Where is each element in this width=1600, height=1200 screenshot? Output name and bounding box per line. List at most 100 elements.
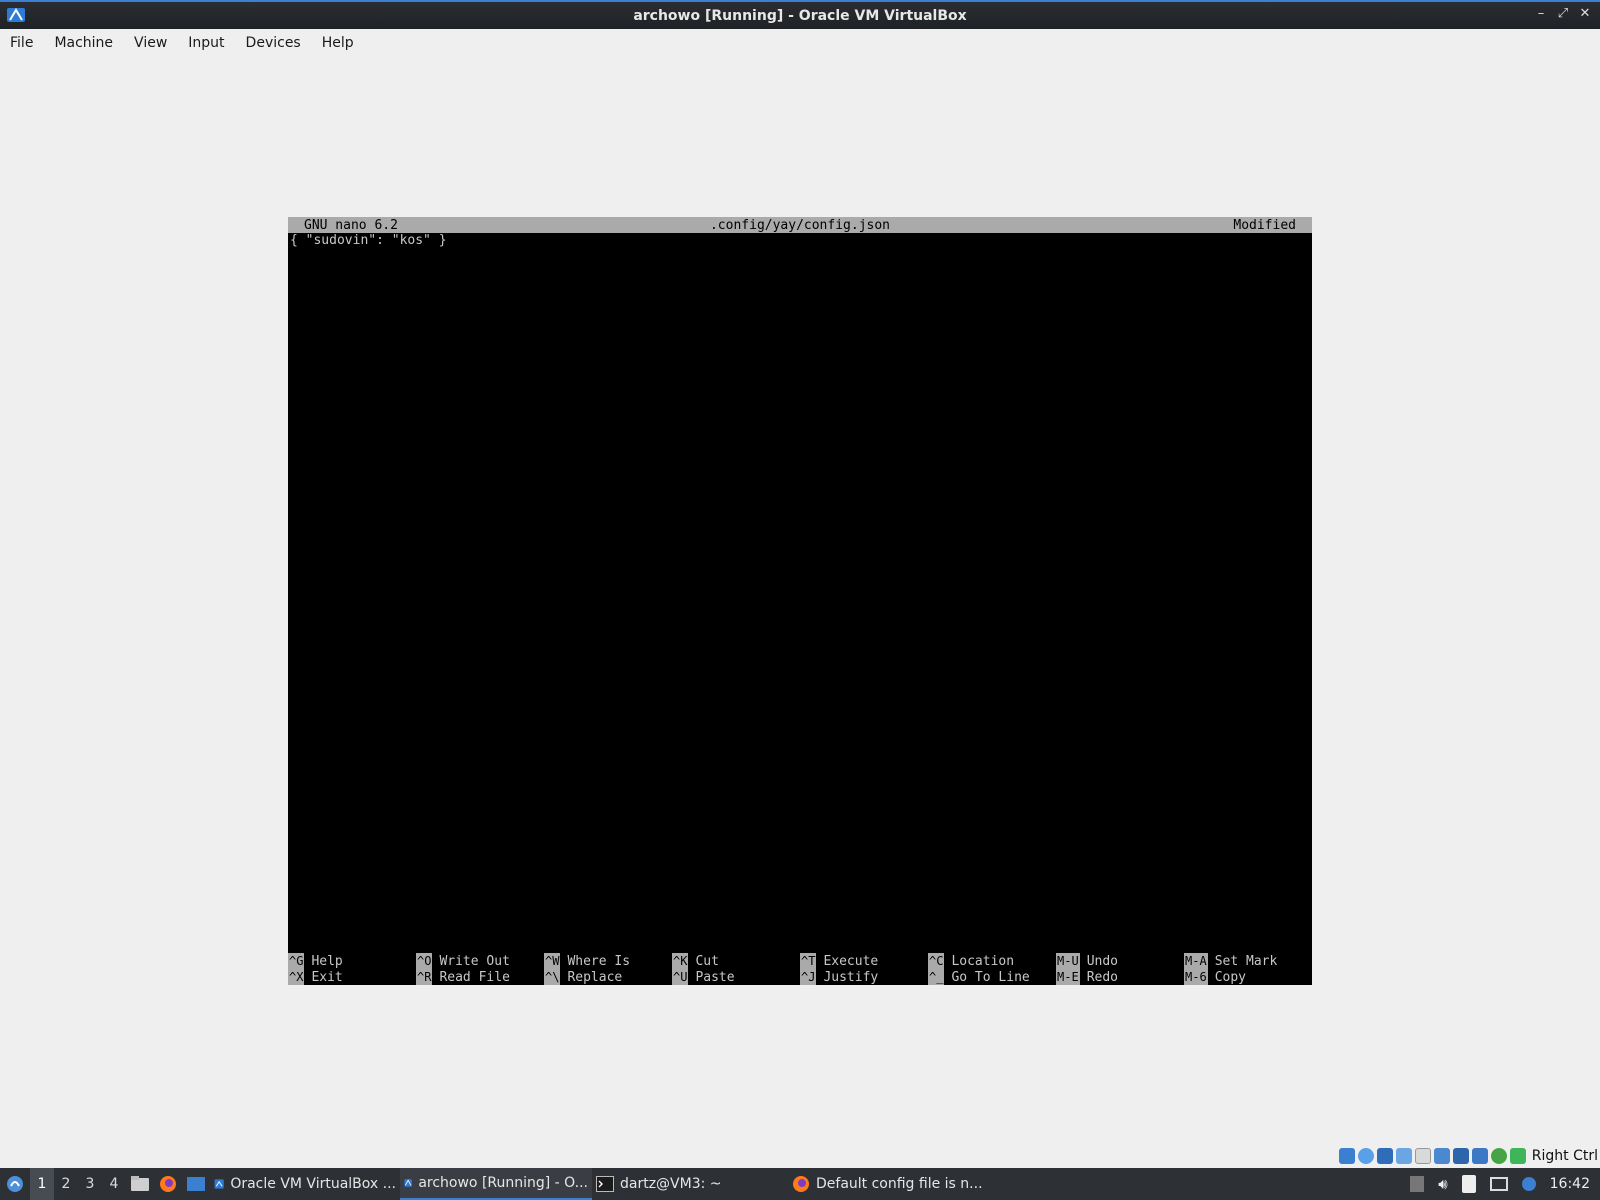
shortcut-label: Location [951,953,1015,969]
start-menu-button[interactable] [0,1168,30,1200]
shortcut-replace[interactable]: ^\ Replace [544,969,672,985]
mouse-integration-icon[interactable] [1490,1148,1507,1164]
workspace-1[interactable]: 1 [30,1168,54,1200]
shortcut-col: ^T Execute ^J Justify [800,953,928,985]
network-icon[interactable] [1376,1148,1393,1164]
shortcut-cut[interactable]: ^K Cut [672,953,800,969]
shortcut-justify[interactable]: ^J Justify [800,969,928,985]
shortcut-label: Where Is [567,953,631,969]
shortcut-key: ^\ [544,969,561,985]
menu-view[interactable]: View [134,35,167,51]
minimize-button[interactable]: – [1534,6,1548,21]
notification-icon[interactable] [1521,1177,1536,1191]
shortcut-paste[interactable]: ^U Paste [672,969,800,985]
task-label: Oracle VM VirtualBox ... [230,1176,396,1192]
shortcut-label: Go To Line [951,969,1030,985]
desktop-launcher[interactable] [182,1168,210,1200]
nano-editor-content[interactable]: { "sudovin": "kos" } [290,233,447,249]
nano-shortcut-bar: ^G Help ^X Exit ^O Write Out ^R Read File ^W… [288,953,1312,985]
shortcut-key: M-A [1184,953,1208,969]
volume-icon[interactable]: 🔊︎ [1438,1175,1447,1193]
close-button[interactable]: ✕ [1578,6,1592,21]
shortcut-redo[interactable]: M-E Redo [1056,969,1184,985]
folder-icon [131,1176,149,1191]
task-label: archowo [Running] - O... [418,1175,588,1191]
shortcut-key: M-U [1056,953,1080,969]
shortcut-label: Paste [695,969,735,985]
shortcut-col: ^G Help ^X Exit [288,953,416,985]
workspace-4[interactable]: 4 [102,1168,126,1200]
shortcut-where-is[interactable]: ^W Where Is [544,953,672,969]
video-capture-icon[interactable] [1452,1148,1469,1164]
nano-titlebar: GNU nano 6.2 .config/yay/config.json Mod… [288,217,1312,233]
shortcut-key: ^X [288,969,305,985]
optical-drive-icon[interactable] [1357,1148,1374,1164]
maximize-button[interactable]: ⤢ [1556,6,1570,21]
shortcut-label: Write Out [439,953,510,969]
shortcut-label: Copy [1214,969,1246,985]
shortcut-label: Exit [311,969,343,985]
shortcut-write-out[interactable]: ^O Write Out [416,953,544,969]
terminal-icon [596,1176,614,1192]
task-label: dartz@VM3: ~ [620,1176,722,1192]
shortcut-key: ^O [416,953,433,969]
window-titlebar: archowo [Running] - Oracle VM VirtualBox… [0,0,1600,29]
shortcut-col: ^O Write Out ^R Read File [416,953,544,985]
vbox-status-bar: Right Ctrl [1338,1145,1600,1167]
shortcut-col: ^K Cut ^U Paste [672,953,800,985]
hard-disk-icon[interactable] [1338,1148,1355,1164]
shortcut-key: ^G [288,953,305,969]
cpu-icon[interactable] [1471,1148,1488,1164]
firefox-icon [160,1176,176,1192]
shared-folder-icon[interactable] [1414,1148,1431,1164]
shortcut-execute[interactable]: ^T Execute [800,953,928,969]
shortcut-label: Cut [695,953,719,969]
task-archowo-vm[interactable]: archowo [Running] - O... [400,1168,592,1200]
clipboard-icon[interactable] [1461,1175,1476,1193]
shortcut-key: ^_ [928,969,945,985]
start-menu-icon [7,1176,23,1192]
updates-icon[interactable] [1410,1176,1425,1192]
shortcut-key: ^R [416,969,433,985]
shortcut-label: Redo [1086,969,1118,985]
shortcut-exit[interactable]: ^X Exit [288,969,416,985]
task-virtualbox-manager[interactable]: Oracle VM VirtualBox ... [210,1168,400,1200]
menu-input[interactable]: Input [188,35,224,51]
clock[interactable]: 16:42 [1550,1176,1590,1192]
menu-devices[interactable]: Devices [246,35,301,51]
shortcut-key: ^J [800,969,817,985]
shortcut-label: Help [311,953,343,969]
host-key-label: Right Ctrl [1531,1148,1598,1164]
workspace-2[interactable]: 2 [54,1168,78,1200]
network-tray-icon[interactable] [1489,1177,1508,1191]
menu-help[interactable]: Help [322,35,354,51]
firefox-launcher[interactable] [154,1168,182,1200]
usb-icon[interactable] [1395,1148,1412,1164]
shortcut-copy[interactable]: M-6 Copy [1184,969,1312,985]
menu-machine[interactable]: Machine [54,35,113,51]
taskbar: 1 2 3 4 Oracle VM VirtualBox ... archowo… [0,1168,1600,1200]
shortcut-set-mark[interactable]: M-A Set Mark [1184,953,1312,969]
task-terminal[interactable]: dartz@VM3: ~ [592,1168,788,1200]
system-tray: 🔊︎ 16:42 [1410,1168,1600,1200]
display-icon[interactable] [1433,1148,1450,1164]
shortcut-label: Read File [439,969,510,985]
keyboard-icon[interactable] [1509,1148,1526,1164]
show-desktop-icon [187,1177,205,1191]
virtualbox-app-icon [7,8,25,22]
shortcut-label: Execute [823,953,879,969]
shortcut-undo[interactable]: M-U Undo [1056,953,1184,969]
workspace-3[interactable]: 3 [78,1168,102,1200]
task-label: Default config file is n... [816,1176,983,1192]
shortcut-help[interactable]: ^G Help [288,953,416,969]
file-manager-launcher[interactable] [126,1168,154,1200]
vm-display[interactable]: GNU nano 6.2 .config/yay/config.json Mod… [288,217,1312,985]
shortcut-read-file[interactable]: ^R Read File [416,969,544,985]
shortcut-col: ^W Where Is ^\ Replace [544,953,672,985]
menu-file[interactable]: File [10,35,33,51]
shortcut-go-to-line[interactable]: ^_ Go To Line [928,969,1056,985]
task-firefox[interactable]: Default config file is n... [788,1168,988,1200]
shortcut-key: ^C [928,953,945,969]
nano-status: Modified [1233,217,1296,233]
shortcut-location[interactable]: ^C Location [928,953,1056,969]
